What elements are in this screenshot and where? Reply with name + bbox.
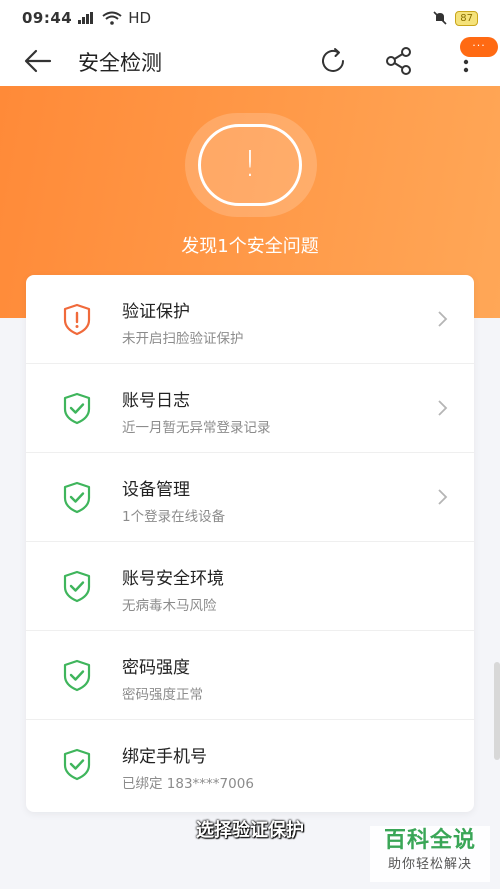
- item-subtitle: 近一月暂无异常登录记录: [122, 420, 271, 436]
- security-check-list: 验证保护 未开启扫脸验证保护 账号日志 近一月暂无异常登录记录 设备管理 1个登…: [26, 275, 474, 812]
- item-title: 账号日志: [122, 391, 190, 411]
- more-badge[interactable]: ···: [460, 37, 498, 57]
- status-bar: 09:44 HD 87: [0, 0, 500, 36]
- chevron-right-icon: [438, 489, 448, 505]
- item-subtitle: 未开启扫脸验证保护: [122, 331, 244, 347]
- list-item-security-environment: 账号安全环境 无病毒木马风险: [26, 542, 474, 631]
- item-title: 密码强度: [122, 658, 190, 678]
- item-subtitle: 无病毒木马风险: [122, 598, 217, 614]
- list-item-account-log[interactable]: 账号日志 近一月暂无异常登录记录: [26, 364, 474, 453]
- item-subtitle: 1个登录在线设备: [122, 509, 226, 525]
- alert-circle-icon: !: [198, 124, 302, 206]
- item-title: 绑定手机号: [122, 747, 207, 767]
- list-item-device-management[interactable]: 设备管理 1个登录在线设备: [26, 453, 474, 542]
- watermark-logo: 百科全说 助你轻松解决: [370, 826, 490, 882]
- status-time: 09:44: [22, 9, 73, 27]
- watermark-main: 百科全说: [383, 828, 476, 853]
- alert-mark: !: [242, 144, 258, 185]
- watermark-sub: 助你轻松解决: [387, 857, 472, 872]
- network-type: HD: [128, 9, 152, 27]
- item-subtitle: 已绑定 183****7006: [122, 776, 254, 792]
- item-subtitle: 密码强度正常: [122, 687, 203, 703]
- warning-shield-icon: [63, 303, 91, 336]
- back-arrow-icon[interactable]: [24, 48, 52, 74]
- hero-title: 发现1个安全问题: [181, 236, 319, 257]
- battery-indicator: 87: [455, 10, 478, 26]
- scrollbar-thumb[interactable]: [494, 662, 500, 760]
- check-shield-icon: [63, 570, 91, 603]
- chevron-right-icon: [438, 400, 448, 416]
- mute-bell-icon: [433, 11, 447, 25]
- list-item-password-strength: 密码强度 密码强度正常: [26, 631, 474, 720]
- list-item-verification[interactable]: 验证保护 未开启扫脸验证保护: [26, 275, 474, 364]
- item-title: 设备管理: [122, 480, 190, 500]
- check-shield-icon: [63, 748, 91, 781]
- app-bar: 安全检测: [0, 36, 500, 86]
- signal-icon: [78, 12, 94, 24]
- refresh-icon[interactable]: [318, 46, 348, 76]
- share-icon[interactable]: [384, 46, 414, 76]
- check-shield-icon: [63, 659, 91, 692]
- chevron-right-icon: [438, 311, 448, 327]
- page-title: 安全检测: [78, 51, 162, 75]
- list-item-bound-phone: 绑定手机号 已绑定 183****7006: [26, 720, 474, 809]
- check-shield-icon: [63, 481, 91, 514]
- item-title: 验证保护: [122, 302, 190, 322]
- item-title: 账号安全环境: [122, 569, 224, 589]
- wifi-icon: [102, 11, 122, 25]
- check-shield-icon: [63, 392, 91, 425]
